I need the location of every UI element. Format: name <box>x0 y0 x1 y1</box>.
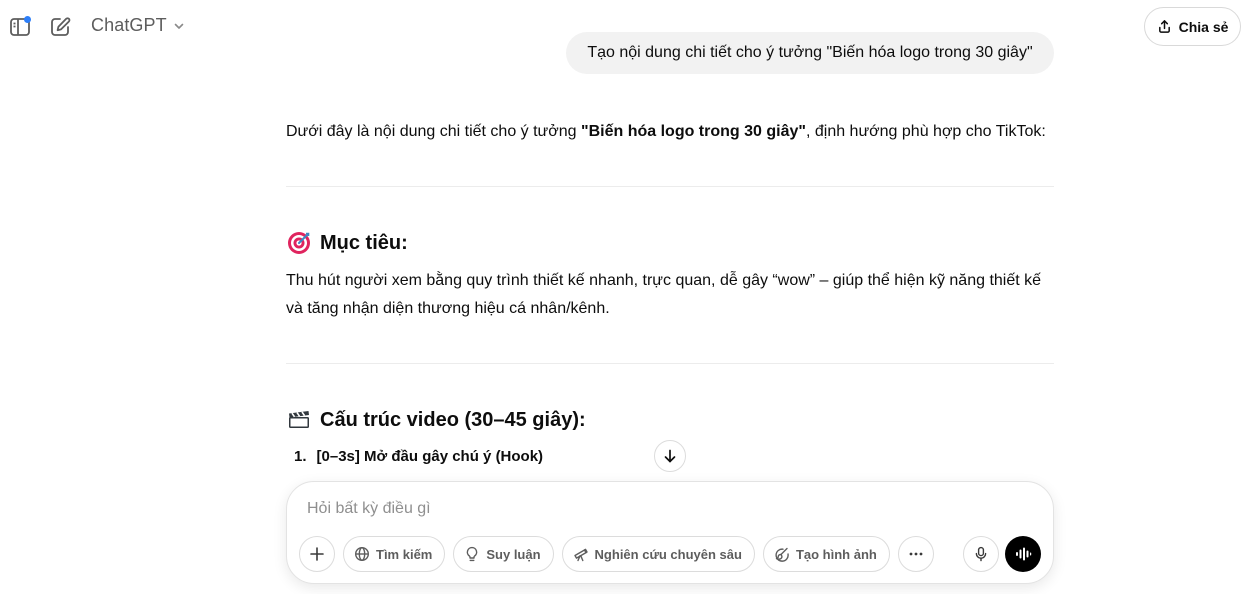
share-label: Chia sẻ <box>1178 18 1229 35</box>
deep-research-tool-button[interactable]: Nghiên cứu chuyên sâu <box>561 536 755 572</box>
add-attachment-button[interactable] <box>299 536 335 572</box>
new-chat-button[interactable] <box>44 11 76 43</box>
dictate-button[interactable] <box>963 536 999 572</box>
user-message-bubble: Tạo nội dung chi tiết cho ý tưởng "Biến … <box>566 32 1054 74</box>
microphone-icon <box>975 546 987 562</box>
new-chat-icon <box>51 17 71 36</box>
more-icon <box>909 552 923 556</box>
more-tools-button[interactable] <box>897 536 934 572</box>
chevron-down-icon <box>174 23 184 29</box>
arrow-down-icon <box>664 449 676 463</box>
composer-toolbar: Tìm kiếm Suy luận Nghiên cứu chuyên sâu <box>299 536 934 572</box>
create-image-tool-label: Tạo hình ảnh <box>795 546 877 562</box>
notification-dot <box>24 16 31 23</box>
section-title-structure: Cấu trúc video (30–45 giây): <box>320 408 586 431</box>
section-title-goal: Mục tiêu: <box>320 231 408 254</box>
voice-mode-icon <box>1016 547 1032 561</box>
section-heading-goal: Mục tiêu: <box>286 230 408 256</box>
goal-line-2: và tăng nhận diện thương hiệu cá nhân/kê… <box>286 300 610 317</box>
intro-text-bold: "Biến hóa logo trong 30 giây" <box>581 123 806 140</box>
plus-icon <box>310 547 324 561</box>
telescope-icon <box>573 548 588 562</box>
clapperboard-emoji-icon <box>286 407 312 433</box>
search-tool-label: Tìm kiếm <box>376 546 433 562</box>
list-item: 1. [0–3s] Mở đầu gây chú ý (Hook) <box>294 448 543 465</box>
section-heading-structure: Cấu trúc video (30–45 giây): <box>286 407 586 433</box>
list-item-text: [0–3s] Mở đầu gây chú ý (Hook) <box>316 448 544 465</box>
target-emoji-icon <box>286 230 312 256</box>
intro-text-after: , định hướng phù hợp cho TikTok: <box>805 123 1046 140</box>
prompt-input[interactable] <box>307 500 907 518</box>
divider <box>286 186 1054 187</box>
model-name: ChatGPT <box>91 15 167 35</box>
message-composer: Tìm kiếm Suy luận Nghiên cứu chuyên sâu <box>286 481 1054 584</box>
reason-tool-label: Suy luận <box>486 546 541 562</box>
globe-icon <box>354 546 370 562</box>
reason-tool-button[interactable]: Suy luận <box>453 536 554 572</box>
search-tool-button[interactable]: Tìm kiếm <box>343 536 446 572</box>
share-button[interactable]: Chia sẻ <box>1144 7 1241 46</box>
assistant-intro: Dưới đây là nội dung chi tiết cho ý tưởn… <box>286 118 1056 146</box>
intro-paragraph: Dưới đây là nội dung chi tiết cho ý tưởn… <box>286 118 1056 146</box>
goal-line-1: Thu hút người xem bằng quy trình thiết k… <box>286 272 1042 289</box>
lightbulb-icon <box>467 546 478 562</box>
model-selector[interactable]: ChatGPT <box>91 15 185 36</box>
goal-body: Thu hút người xem bằng quy trình thiết k… <box>286 267 1056 323</box>
user-message-text: Tạo nội dung chi tiết cho ý tưởng "Biến … <box>587 44 1033 61</box>
deep-research-tool-label: Nghiên cứu chuyên sâu <box>594 546 742 562</box>
intro-text-before: Dưới đây là nội dung chi tiết cho ý tưởn… <box>286 123 581 140</box>
sidebar-toggle-button[interactable] <box>4 11 36 43</box>
image-brush-icon <box>775 547 789 562</box>
share-icon <box>1158 20 1170 33</box>
list-number: 1. <box>294 448 307 465</box>
divider <box>286 363 1054 364</box>
create-image-tool-button[interactable]: Tạo hình ảnh <box>762 536 890 572</box>
voice-mode-button[interactable] <box>1005 536 1041 572</box>
scroll-to-bottom-button[interactable] <box>654 440 686 472</box>
